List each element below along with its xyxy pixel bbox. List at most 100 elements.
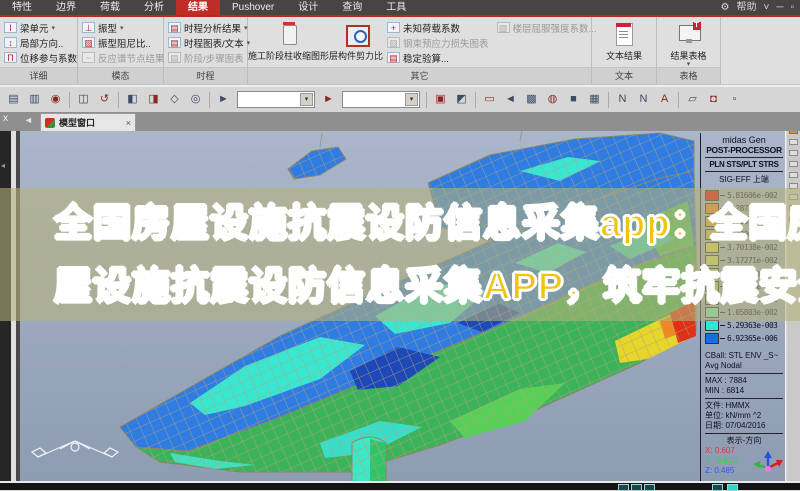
node-number-icon[interactable]: N [613, 90, 632, 109]
pick-pointer-icon[interactable]: ► [319, 90, 338, 109]
stability-check-button[interactable]: ▤ 稳定验算... [387, 50, 489, 65]
legend-tick [720, 338, 725, 339]
dynamic-view-icon[interactable]: ▤ [4, 90, 23, 109]
beam-element-button[interactable]: I 梁单元 [4, 20, 73, 35]
text-result-button[interactable]: 文本结果 [592, 17, 656, 68]
legend-view-y: Y: -0.629 [705, 456, 737, 466]
model-window-close-icon[interactable]: × [126, 118, 131, 128]
ribbon-tab-query[interactable]: 查询 [330, 0, 374, 15]
redraw-icon[interactable]: ↺ [95, 90, 114, 109]
ribbon-group-text: 文本结果 文本 [592, 17, 657, 84]
legend-view-x: X: 0.607 [705, 446, 737, 456]
ribbon-group-table: T 结果表格 ▾ 表格 [657, 17, 721, 84]
ribbon-tab-bar: 特性 边界 荷载 分析 结果 Pushover 设计 查询 工具 ⚙ 帮助 ˅ … [0, 0, 800, 17]
boxed-view-icon[interactable]: ▫ [725, 90, 744, 109]
mode-shape-label: 振型 [98, 21, 117, 35]
modal-damping-label: 振型阻尼比.. [98, 36, 151, 50]
ribbon: I 梁单元 ↕ 局部方向.. Π 位移参与系数 详细 ⊥ 振型 ▨ 振型阻尼比.… [0, 17, 800, 85]
previous-view-icon[interactable]: ◫ [74, 90, 93, 109]
legend-color-box [705, 333, 719, 344]
display-option-icon[interactable]: ▦ [585, 90, 604, 109]
minimize-button[interactable]: ─ [776, 0, 783, 15]
displacement-factor-button[interactable]: Π 位移参与系数 [4, 50, 73, 65]
unselect-window-icon[interactable]: ◨ [144, 90, 163, 109]
select-intersect-icon[interactable]: ◎ [186, 90, 205, 109]
legend-value: 6.92365e-006 [727, 334, 777, 343]
group-label-text: 文本 [592, 67, 656, 84]
th-result-button[interactable]: ▤ 时程分析结果 [168, 20, 243, 35]
toolbar-separator [69, 92, 70, 108]
ribbon-tab-boundary[interactable]: 边界 [44, 0, 88, 15]
select-filter-combo[interactable] [237, 91, 315, 108]
result-table-button[interactable]: T 结果表格 ▾ [657, 17, 720, 68]
model-window-icon [45, 118, 55, 128]
deactivate-icon[interactable]: ◩ [452, 90, 471, 109]
ribbon-tab-tools[interactable]: 工具 [374, 0, 418, 15]
group-label-table: 表格 [657, 67, 720, 84]
ribbon-tab-analysis[interactable]: 分析 [132, 0, 176, 15]
legend-tick [720, 325, 725, 326]
hidden-view-icon[interactable]: ▩ [522, 90, 541, 109]
tendon-loss-graph-icon: ▨ [387, 37, 400, 48]
settings-icon[interactable]: ⚙ [721, 0, 730, 15]
story-shear-ratio-button[interactable]: 层构件剪力比 [329, 17, 383, 68]
lock-model-icon[interactable]: ◘ [704, 90, 723, 109]
stage-step-graph-label: 阶段/步骤图表 [184, 51, 244, 65]
tab-scroll-left-icon[interactable]: ◄ [24, 115, 33, 125]
ribbon-tab-pushover[interactable]: Pushover [220, 0, 286, 15]
ribbon-tab-load[interactable]: 荷载 [88, 0, 132, 15]
shrink-element-icon[interactable]: ◍ [543, 90, 562, 109]
plane-select-combo[interactable] [342, 91, 420, 108]
ribbon-tab-results[interactable]: 结果 [176, 0, 220, 15]
label-option-icon[interactable]: A [655, 90, 674, 109]
legend-date: 日期: 07/04/2016 [705, 421, 783, 431]
text-result-label: 文本结果 [606, 49, 642, 62]
ribbon-tab-properties[interactable]: 特性 [0, 0, 44, 15]
restore-button[interactable]: ▫ [790, 0, 794, 15]
result-table-icon: T [676, 21, 702, 47]
chevron-down-icon[interactable]: ˅ [764, 0, 770, 15]
wireframe-icon[interactable]: ◄ [501, 90, 520, 109]
stability-check-label: 稳定验算... [403, 51, 449, 65]
rs-node-result-button[interactable]: ~ 反应谱节点结果 [82, 50, 159, 65]
unknown-load-factor-button[interactable]: + 未知荷载系数 [387, 20, 489, 35]
beam-element-label: 梁单元 [20, 21, 49, 35]
rs-node-result-label: 反应谱节点结果 [98, 51, 165, 65]
status-bar [0, 483, 800, 490]
rotate-view-icon[interactable]: ◉ [46, 90, 65, 109]
zoom-window-icon[interactable]: ▭ [480, 90, 499, 109]
help-button[interactable]: 帮助 [737, 0, 757, 15]
select-polygon-icon[interactable]: ◇ [165, 90, 184, 109]
modal-damping-button[interactable]: ▨ 振型阻尼比.. [82, 35, 159, 50]
ucs-triad-icon [32, 441, 118, 457]
render-view-icon[interactable]: ■ [564, 90, 583, 109]
local-direction-button[interactable]: ↕ 局部方向.. [4, 35, 73, 50]
column-shortening-icon [276, 21, 302, 47]
overlay-title-line1: 全国房屋设施抗震设防信息采集app：全国房 [54, 192, 794, 247]
copy-view-icon[interactable]: ▱ [683, 90, 702, 109]
rs-node-result-icon: ~ [82, 52, 95, 63]
stage-column-shortening-button[interactable]: 施工阶段柱收缩图形 [248, 17, 329, 68]
local-direction-icon: ↕ [4, 37, 17, 48]
unknown-load-factor-label: 未知荷载系数 [403, 21, 460, 35]
panel-close-icon[interactable]: x [3, 113, 8, 124]
toolbar-separator [475, 92, 476, 108]
legend-unit: 单位: kN/mm ^2 [705, 411, 783, 421]
activate-icon[interactable]: ▣ [431, 90, 450, 109]
tendon-loss-graph-button[interactable]: ▨ 钢束预应力损失图表 [387, 35, 489, 50]
model-window-tab[interactable]: 模型窗口 × [40, 113, 136, 131]
select-window-icon[interactable]: ◧ [123, 90, 142, 109]
ribbon-group-time-history: ▤ 时程分析结果 ▤ 时程图表/文本 ▤ 阶段/步骤图表 时程 [164, 17, 248, 84]
story-yield-strength-button[interactable]: ▧ 楼层屈服强度系数... [497, 20, 597, 35]
dock-collapse-icon[interactable]: ◂ [1, 161, 5, 170]
stage-step-graph-button[interactable]: ▤ 阶段/步骤图表 [168, 50, 243, 65]
capture-view-icon[interactable]: ▥ [25, 90, 44, 109]
displacement-factor-label: 位移参与系数 [20, 51, 77, 65]
th-graph-text-button[interactable]: ▤ 时程图表/文本 [168, 35, 243, 50]
mode-shape-button[interactable]: ⊥ 振型 [82, 20, 159, 35]
ribbon-filler [721, 17, 800, 84]
legend-subtitle: POST-PROCESSOR [705, 145, 783, 155]
element-number-icon[interactable]: N [634, 90, 653, 109]
ribbon-tab-design[interactable]: 设计 [286, 0, 330, 15]
select-pointer-icon[interactable]: ► [214, 90, 233, 109]
